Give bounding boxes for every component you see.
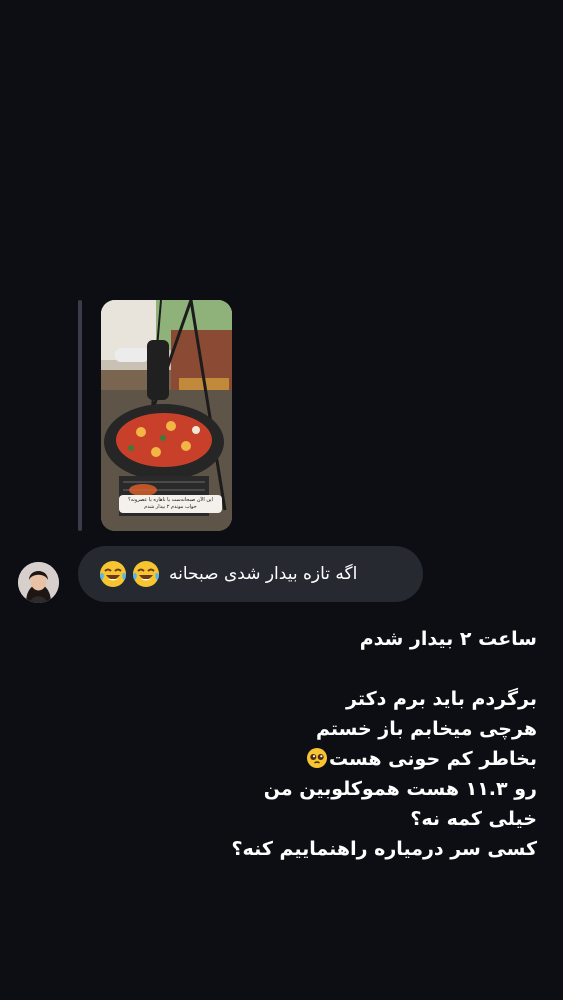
incoming-message-bubble[interactable]: اگه تازه بیدار شدی صبحانه [78,546,423,602]
avatar[interactable] [18,562,59,603]
incoming-message-text: اگه تازه بیدار شدی صبحانه [169,564,358,584]
message-line: ساعت ۲ بیدار شدم [359,628,537,650]
message-line-text: بخاطر کم حونی هست [328,748,537,770]
reply-indicator-bar [78,300,82,531]
message-line: هرچی میخابم باز خستم [315,718,537,740]
face-with-tears-of-joy-icon [100,561,126,587]
message-line-with-emoji: بخاطر کم حونی هست [17,744,537,774]
outgoing-message-text[interactable]: ساعت ۲ بیدار شدم برگردم باید برم دکتر هر… [17,624,537,864]
story-thumbnail[interactable]: این الآن صبحانه‌ست یا ناهاره یا عصرونه؟ … [101,300,232,531]
emoji-group [98,559,161,589]
pleading-face-icon [306,748,327,768]
story-caption: این الآن صبحانه‌ست یا ناهاره یا عصرونه؟ … [119,495,222,513]
message-line-blank [17,654,537,684]
face-with-tears-of-joy-icon [133,561,159,587]
message-line: رو ۱۱.۳ هست هموکلوبین من [263,778,537,800]
message-line: کسی سر درمیاره راهنماییم کنه؟ [231,838,537,860]
message-line: خیلی کمه نه؟ [410,808,537,830]
profile-photo-icon [18,562,59,603]
message-line: برگردم باید برم دکتر [346,688,537,710]
